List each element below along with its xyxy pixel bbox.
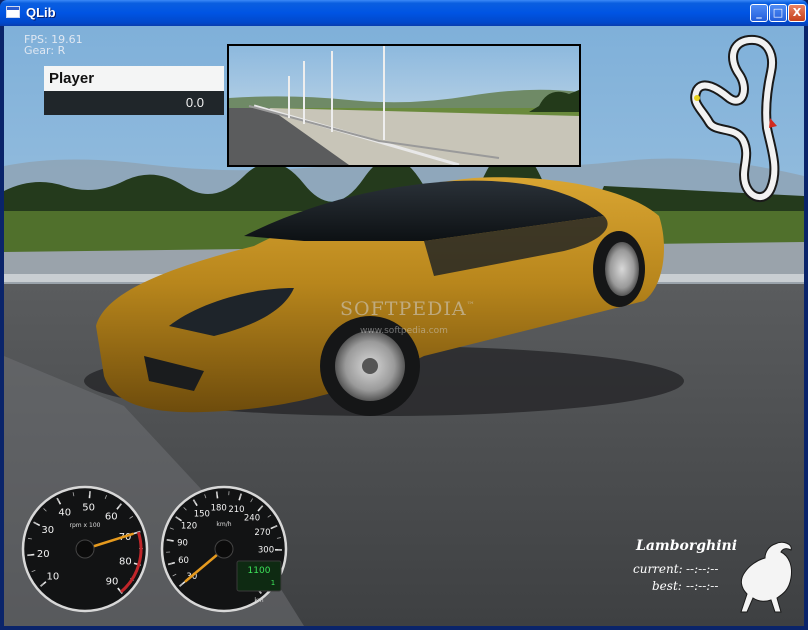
player-scoreboard: Player 0.0 (44, 66, 224, 115)
best-lap-label: best: (652, 579, 682, 593)
best-lap-time: --:--:-- (686, 579, 719, 593)
tachometer-hub (75, 539, 95, 559)
gauge-tick-label: 180 (211, 503, 227, 513)
start-marker (694, 95, 700, 101)
current-lap-label: current: (633, 562, 683, 576)
watermark-brand: SOFTPEDIA (340, 298, 467, 320)
gauge-tick-label: 240 (244, 514, 260, 524)
app-window: QLib _ □ X FPS: 19.61 Gear: R Player 0.0… (0, 0, 808, 630)
rear-rim (605, 242, 639, 296)
minimize-button[interactable]: _ (750, 4, 768, 22)
gauge-tick-label: 120 (181, 522, 197, 532)
distance-unit: km (254, 597, 263, 604)
window-title: QLib (26, 5, 56, 20)
gauge-tick-label: 90 (106, 577, 119, 588)
gauge-tick-label: 50 (82, 503, 95, 514)
player-marker (769, 118, 777, 128)
gauge-minor-tick (216, 491, 218, 496)
close-button[interactable]: X (788, 4, 806, 22)
gauge-tick-label: 150 (194, 509, 210, 519)
gauge-tick-label: 40 (58, 508, 71, 519)
gauge-tick-label: 210 (228, 505, 244, 515)
gauge-tick-label: 30 (41, 525, 54, 536)
speedometer-unit: km/h (216, 521, 231, 528)
game-viewport[interactable]: FPS: 19.61 Gear: R Player 0.0 SOFTPEDIA™… (4, 26, 804, 626)
track-minimap (690, 34, 780, 202)
gauge-tick-label: 10 (46, 571, 59, 582)
watermark-url: www.softpedia.com (360, 326, 448, 336)
speedometer: 306090120150180210240270300330360 km/h 1… (160, 485, 288, 613)
app-icon (6, 6, 20, 18)
watermark-logo: SOFTPEDIA™ (340, 298, 476, 320)
speedometer-hub (214, 539, 234, 559)
tachometer-unit: rpm x 100 (70, 522, 101, 529)
player-name: Player (44, 66, 224, 91)
rear-view-mirror (227, 44, 581, 167)
gauge-tick-label: 20 (37, 549, 50, 560)
watermark-trademark: ™ (466, 300, 476, 310)
gauge-tick-label: 90 (177, 538, 188, 548)
tachometer: 102030405060708090 rpm x 100 (21, 485, 149, 613)
gauge-tick-label: 300 (258, 546, 274, 556)
odometer-sub: 1 (271, 579, 275, 587)
odometer-value: 1100 (248, 566, 271, 576)
bull-logo (740, 541, 792, 613)
current-lap-time: --:--:-- (686, 562, 719, 576)
brand-logo-text: Lamborghini (636, 538, 738, 554)
player-score: 0.0 (44, 91, 224, 115)
gear-readout: Gear: R (24, 44, 66, 57)
gauge-tick-label: 270 (254, 528, 270, 538)
maximize-button[interactable]: □ (769, 4, 787, 22)
title-bar[interactable]: QLib _ □ X (0, 0, 808, 26)
gauge-tick-label: 60 (178, 556, 189, 566)
gauge-tick-label: 80 (119, 556, 132, 567)
gauge-tick-label: 60 (105, 512, 118, 523)
